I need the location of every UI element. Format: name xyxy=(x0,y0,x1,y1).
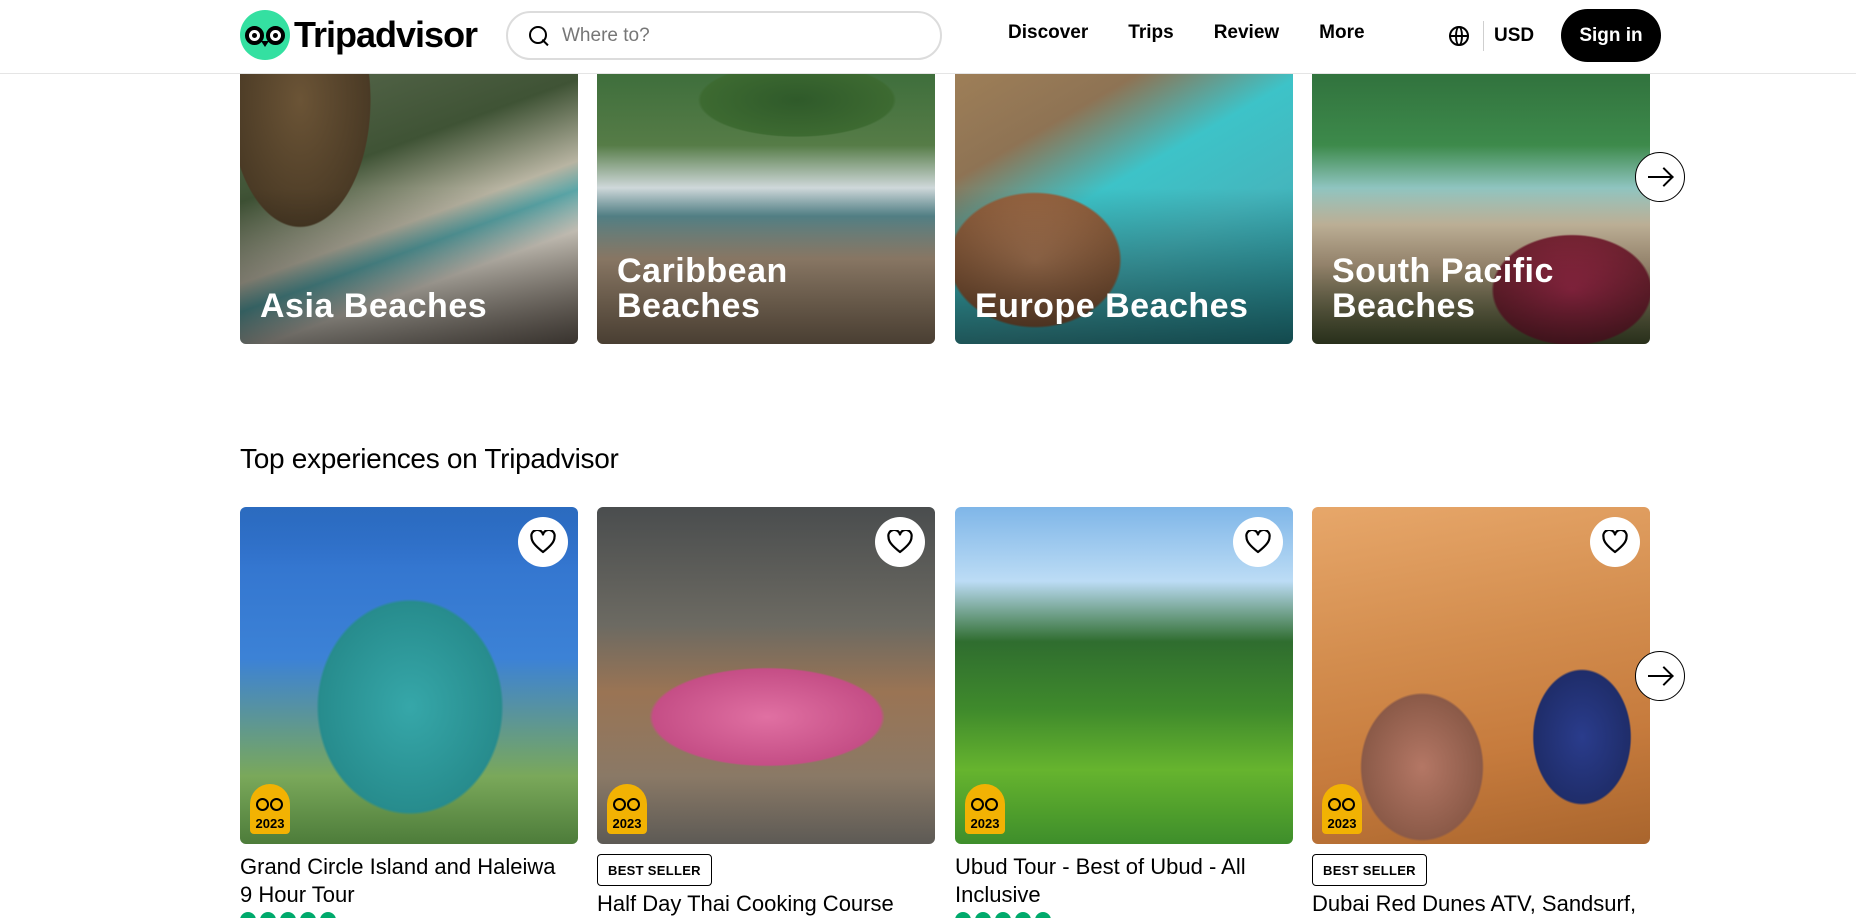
experience-title[interactable]: Ubud Tour - Best of Ubud - All Inclusive xyxy=(955,853,1285,909)
experience-card-image[interactable]: 2023 xyxy=(240,507,578,844)
owl-icon xyxy=(255,798,285,814)
owl-icon xyxy=(970,798,1000,814)
award-year: 2023 xyxy=(970,816,1000,831)
experience-title[interactable]: Dubai Red Dunes ATV, Sandsurf, xyxy=(1312,890,1642,918)
beach-card-label: South Pacific Beaches xyxy=(1332,252,1554,325)
experience-card-image[interactable]: 2023 xyxy=(597,507,935,844)
travelers-choice-badge: 2023 xyxy=(250,784,290,834)
search-icon xyxy=(528,25,550,47)
heart-icon xyxy=(1245,530,1271,554)
beach-card-caribbean[interactable]: Caribbean Beaches xyxy=(597,60,935,344)
experience-card-image[interactable]: 2023 xyxy=(955,507,1293,844)
save-heart-button[interactable] xyxy=(518,517,568,567)
beach-card-asia[interactable]: Asia Beaches xyxy=(240,60,578,344)
sign-in-button[interactable]: Sign in xyxy=(1561,9,1661,62)
beach-card-europe[interactable]: Europe Beaches xyxy=(955,60,1293,344)
experience-title[interactable]: Grand Circle Island and Haleiwa 9 Hour T… xyxy=(240,853,570,909)
award-year: 2023 xyxy=(612,816,642,831)
owl-icon xyxy=(1327,798,1357,814)
beaches-next-button[interactable] xyxy=(1635,152,1685,202)
save-heart-button[interactable] xyxy=(1233,517,1283,567)
owl-icon xyxy=(612,798,642,814)
travelers-choice-badge: 2023 xyxy=(965,784,1005,834)
nav-discover[interactable]: Discover xyxy=(1008,22,1088,44)
arrow-right-icon xyxy=(1647,666,1673,686)
experience-card-image[interactable]: 2023 xyxy=(1312,507,1650,844)
best-seller-badge: BEST SELLER xyxy=(1312,854,1427,886)
search-input[interactable] xyxy=(562,24,922,47)
section-title: Top experiences on Tripadvisor xyxy=(240,443,619,474)
owl-logo-icon xyxy=(240,10,290,60)
main-nav: Discover Trips Review More xyxy=(1008,22,1405,44)
heart-icon xyxy=(887,530,913,554)
top-header: Tripadvisor Discover Trips Review More U… xyxy=(0,0,1856,74)
heart-icon xyxy=(1602,530,1628,554)
globe-icon[interactable] xyxy=(1449,26,1469,46)
experiences-next-button[interactable] xyxy=(1635,651,1685,701)
header-divider xyxy=(1483,21,1484,51)
nav-trips[interactable]: Trips xyxy=(1128,22,1173,44)
travelers-choice-badge: 2023 xyxy=(607,784,647,834)
heart-icon xyxy=(530,530,556,554)
nav-review[interactable]: Review xyxy=(1214,22,1279,44)
beach-card-label: Caribbean Beaches xyxy=(617,252,788,325)
rating-bubbles xyxy=(240,912,340,918)
award-year: 2023 xyxy=(1327,816,1357,831)
beach-card-label: Asia Beaches xyxy=(260,287,488,325)
rating-bubbles xyxy=(955,912,1055,918)
best-seller-badge: BEST SELLER xyxy=(597,854,712,886)
nav-more[interactable]: More xyxy=(1319,22,1364,44)
beach-card-label: Europe Beaches xyxy=(975,287,1249,325)
save-heart-button[interactable] xyxy=(1590,517,1640,567)
logo-wordmark: Tripadvisor xyxy=(294,14,478,55)
tripadvisor-logo[interactable]: Tripadvisor xyxy=(240,10,478,60)
arrow-right-icon xyxy=(1647,167,1673,187)
award-year: 2023 xyxy=(255,816,285,831)
search-box[interactable] xyxy=(506,11,942,60)
currency-selector[interactable]: USD xyxy=(1494,25,1534,47)
travelers-choice-badge: 2023 xyxy=(1322,784,1362,834)
save-heart-button[interactable] xyxy=(875,517,925,567)
experience-title[interactable]: Half Day Thai Cooking Course xyxy=(597,890,927,918)
beach-card-south-pacific[interactable]: South Pacific Beaches xyxy=(1312,60,1650,344)
